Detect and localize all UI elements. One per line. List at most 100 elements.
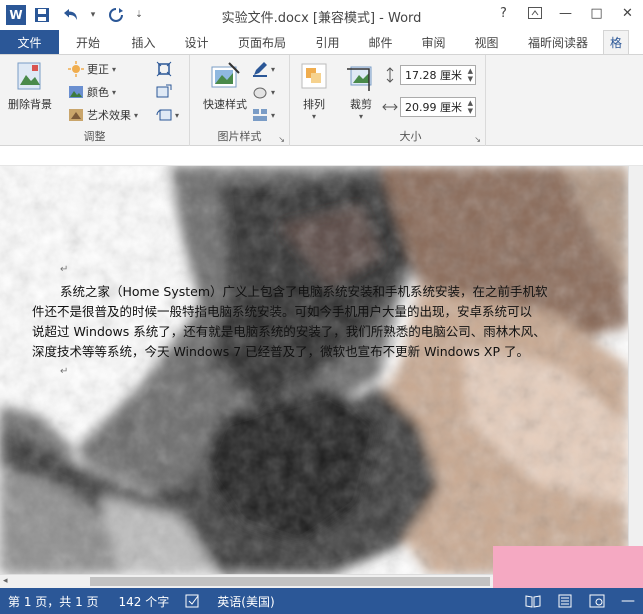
paragraph-line: 深度技术等等系统，今天 Windows 7 已经普及了，微软也宣布不更新 Win… xyxy=(32,344,529,359)
save-icon[interactable] xyxy=(30,4,54,26)
print-layout-icon[interactable] xyxy=(549,588,581,614)
word-logo-icon[interactable]: W xyxy=(6,5,26,25)
quick-access-toolbar: W ▾ ⇣ xyxy=(0,4,146,26)
customize-qat-icon[interactable]: ⇣ xyxy=(132,4,146,26)
tab-design[interactable]: 设计 xyxy=(170,30,223,54)
crop-icon xyxy=(347,66,372,91)
corrections-label: 更正 xyxy=(87,63,109,76)
color-button[interactable]: 颜色 ▾ xyxy=(68,82,116,102)
undo-dropdown-icon[interactable]: ▾ xyxy=(86,4,100,26)
ruler-area xyxy=(0,146,643,166)
arrange-icon xyxy=(301,63,327,89)
undo-icon[interactable] xyxy=(58,4,82,26)
reset-picture-button[interactable]: ▾ xyxy=(156,105,179,125)
ribbon: 删除背景 更正 ▾ 颜色 ▾ 艺术效果 ▾ ▾ 调整 快速样式 ▾ ▾ ▾ 图片… xyxy=(0,54,643,147)
paragraph-line: 件还不是很普及的时候一般特指电脑系统安装。可如今手机用户大量的出现，安卓系统可以 xyxy=(32,304,533,319)
picture-layout-button[interactable]: ▾ xyxy=(252,105,275,125)
size-group-label: 大小 xyxy=(399,130,422,143)
picture-layout-icon xyxy=(253,109,267,121)
remove-background-icon xyxy=(17,62,41,90)
artistic-effects-button[interactable]: 艺术效果 ▾ xyxy=(68,105,138,125)
remove-background-label: 删除背景 xyxy=(8,98,52,111)
maximize-button[interactable]: □ xyxy=(581,0,612,26)
paragraph-line: 系统之家（Home System）广义上包含了电脑系统安装和手机系统安装，在之前… xyxy=(60,284,548,299)
page-count[interactable]: 第 1 页，共 1 页 xyxy=(0,588,107,614)
picture-styles-group-label: 图片样式 xyxy=(217,130,262,143)
sun-icon xyxy=(68,61,84,77)
height-spinner[interactable]: ▲ ▼ xyxy=(468,67,473,83)
remove-background-button[interactable]: 删除背景 xyxy=(4,61,56,112)
tab-page-layout[interactable]: 页面布局 xyxy=(223,30,301,54)
picture-border-button[interactable]: ▾ xyxy=(252,59,275,79)
tab-mailings[interactable]: 邮件 xyxy=(354,30,407,54)
change-picture-button[interactable] xyxy=(156,82,172,102)
tab-review[interactable]: 审阅 xyxy=(407,30,460,54)
corrections-button[interactable]: 更正 ▾ xyxy=(68,59,116,79)
minimize-button[interactable]: — xyxy=(550,0,581,26)
quick-styles-label: 快速样式 xyxy=(203,98,247,111)
status-bar: 第 1 页，共 1 页 142 个字 英语(美国) — xyxy=(0,588,643,614)
crop-button[interactable]: 裁剪 ▾ xyxy=(342,61,380,121)
quick-styles-button[interactable]: 快速样式 xyxy=(196,61,254,112)
background-picture[interactable] xyxy=(0,166,628,574)
height-input[interactable]: 17.28 厘米 ▲ ▼ xyxy=(400,65,476,85)
paragraph-mark: ↵ xyxy=(60,264,69,275)
redo-icon[interactable] xyxy=(104,4,128,26)
width-icon xyxy=(382,103,398,111)
horizontal-scroll-thumb[interactable] xyxy=(90,577,490,586)
quick-styles-icon xyxy=(211,62,240,88)
chevron-down-icon: ▾ xyxy=(134,110,139,120)
height-icon xyxy=(386,67,394,83)
compress-pictures-icon xyxy=(156,61,172,77)
paragraph-line: 说超过 Windows 系统了，还有就是电脑系统的安装了，我们所熟悉的电脑公司、… xyxy=(32,324,546,339)
tab-view[interactable]: 视图 xyxy=(460,30,513,54)
crop-label: 裁剪 xyxy=(350,98,372,111)
dialog-launcher-icon[interactable]: ↘ xyxy=(278,135,285,144)
chevron-down-icon: ▾ xyxy=(175,110,180,120)
ribbon-display-options-icon[interactable] xyxy=(519,0,550,26)
adjust-group-label: 调整 xyxy=(83,130,106,143)
ribbon-tabs: 文件 开始 插入 设计 页面布局 引用 邮件 审阅 视图 福昕阅读器 格 xyxy=(0,30,643,54)
close-button[interactable]: ✕ xyxy=(612,0,643,26)
help-button[interactable]: ? xyxy=(488,0,519,26)
document-area[interactable]: ↵ 系统之家（Home System）广义上包含了电脑系统安装和手机系统安装，在… xyxy=(0,166,643,574)
window-controls: ? — □ ✕ xyxy=(488,0,643,26)
chevron-down-icon: ▾ xyxy=(271,110,276,120)
group-arrange: 排列 ▾ xyxy=(290,55,336,147)
compress-pictures-button[interactable] xyxy=(156,59,172,79)
read-mode-icon[interactable] xyxy=(517,588,549,614)
tab-foxit-reader[interactable]: 福昕阅读器 xyxy=(513,30,603,54)
chevron-down-icon: ▾ xyxy=(311,112,316,121)
tab-file[interactable]: 文件 xyxy=(0,30,59,54)
dialog-launcher-icon[interactable]: ↘ xyxy=(474,135,481,144)
tab-references[interactable]: 引用 xyxy=(301,30,354,54)
scroll-left-icon[interactable]: ◂ xyxy=(3,576,8,586)
reset-picture-icon xyxy=(156,109,172,121)
picture-effects-button[interactable]: ▾ xyxy=(252,82,275,102)
width-control xyxy=(382,97,398,117)
zoom-out-icon[interactable]: — xyxy=(613,588,643,614)
word-count[interactable]: 142 个字 xyxy=(107,588,178,614)
paragraph-mark: ↵ xyxy=(60,366,69,377)
width-spinner[interactable]: ▲ ▼ xyxy=(468,99,473,115)
height-control xyxy=(382,65,398,85)
artistic-effects-label: 艺术效果 xyxy=(87,109,131,122)
chevron-down-icon: ▾ xyxy=(271,87,276,97)
chevron-down-icon: ▾ xyxy=(112,87,117,97)
document-paragraph[interactable]: 系统之家（Home System）广义上包含了电脑系统安装和手机系统安装，在之前… xyxy=(32,282,592,362)
tab-home[interactable]: 开始 xyxy=(59,30,117,54)
color-label: 颜色 xyxy=(87,86,109,99)
language-indicator[interactable]: 英语(美国) xyxy=(209,588,282,614)
arrange-label: 排列 xyxy=(303,98,325,111)
vertical-scrollbar[interactable] xyxy=(628,166,643,574)
title-bar: W ▾ ⇣ 实验文件.docx [兼容模式] - Word ? — □ ✕ xyxy=(0,0,643,30)
tab-insert[interactable]: 插入 xyxy=(117,30,170,54)
width-input[interactable]: 20.99 厘米 ▲ ▼ xyxy=(400,97,476,117)
web-layout-icon[interactable] xyxy=(581,588,613,614)
width-value: 20.99 厘米 xyxy=(405,101,462,114)
proofing-icon[interactable] xyxy=(177,588,209,614)
group-size: 裁剪 ▾ 17.28 厘米 ▲ ▼ 20.99 厘米 ▲ ▼ 大小 ↘ xyxy=(336,55,486,147)
arrange-button[interactable]: 排列 ▾ xyxy=(296,61,332,121)
artistic-effects-icon xyxy=(69,109,83,121)
tab-format[interactable]: 格 xyxy=(603,30,630,54)
